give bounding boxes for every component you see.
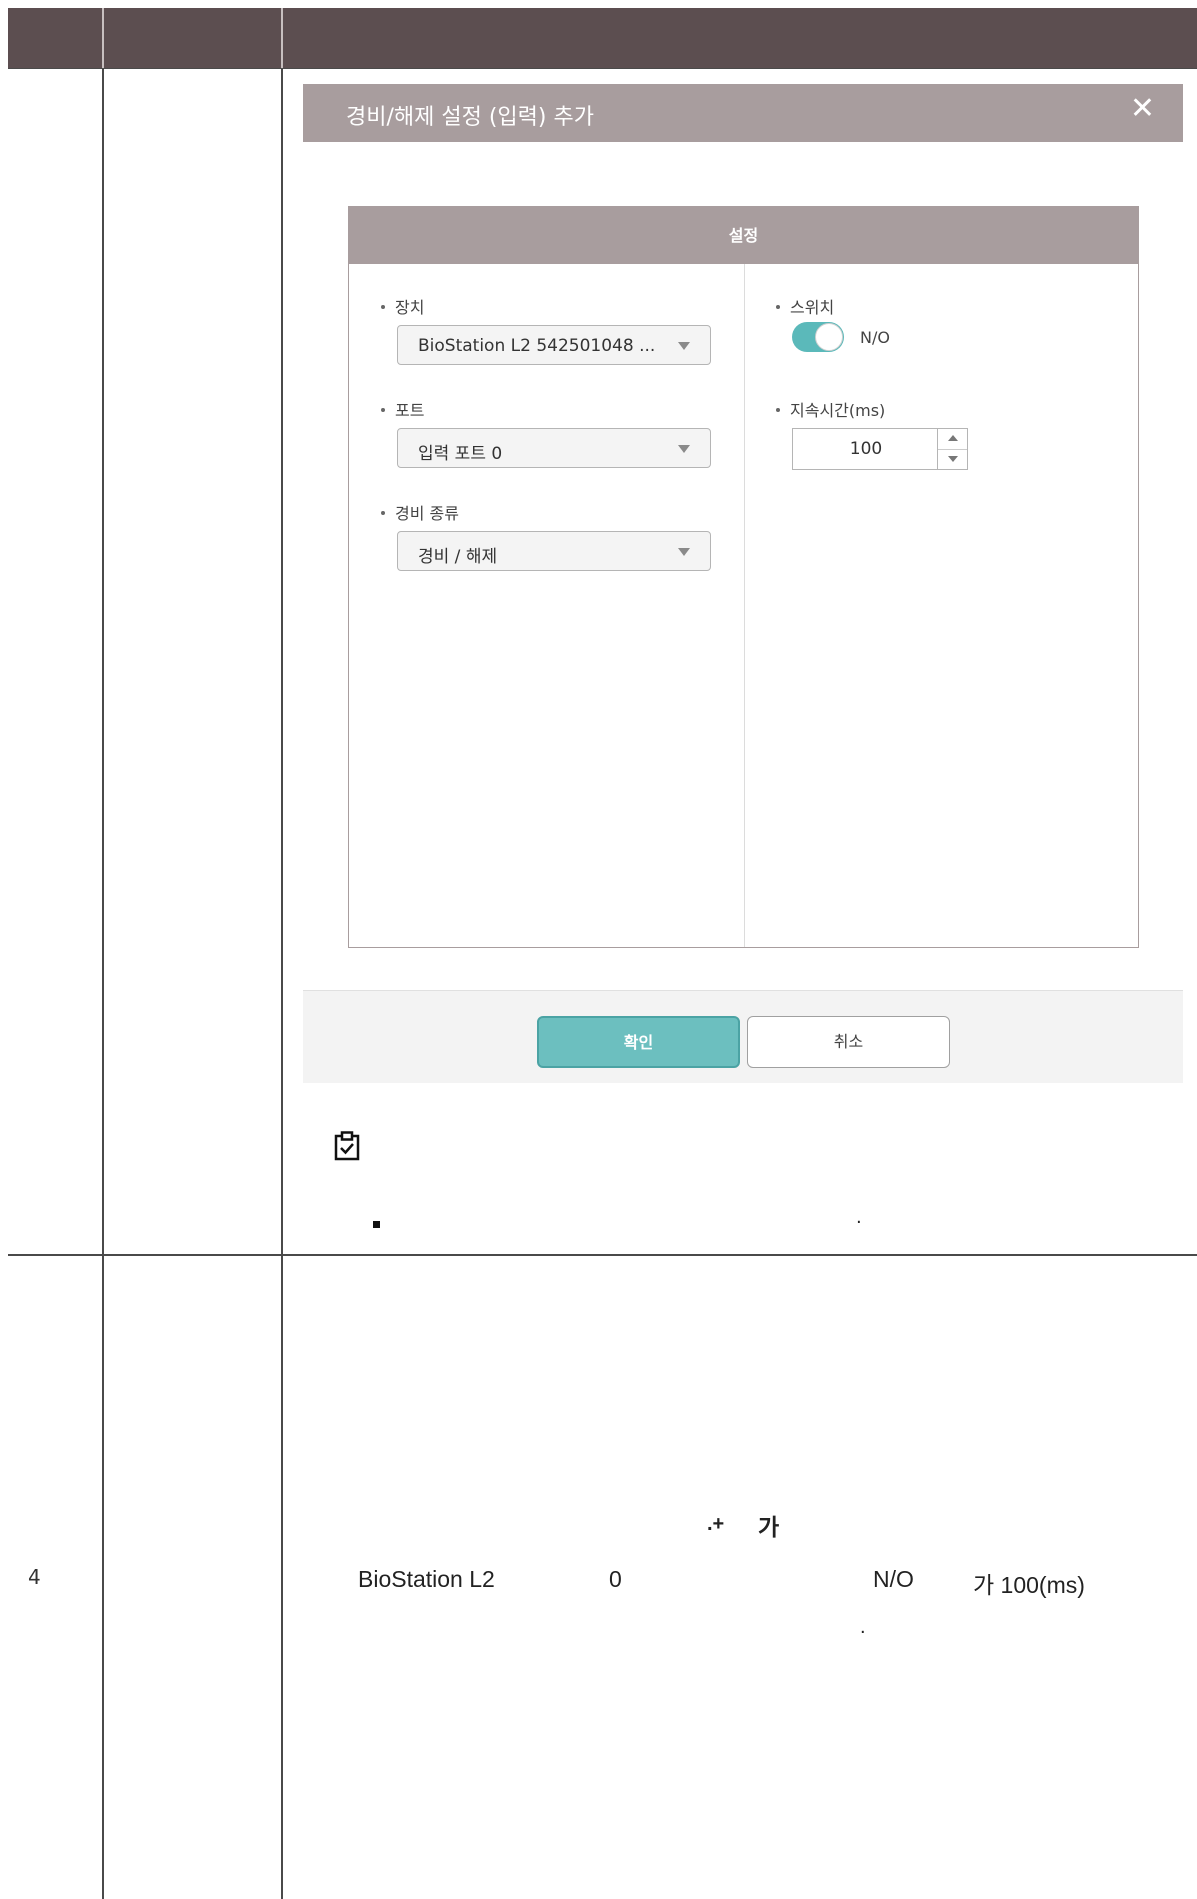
row4-period: . bbox=[860, 1616, 866, 1638]
dialog-title-bar: 경비/해제 설정 (입력) 추가 ✕ bbox=[303, 84, 1183, 142]
device-label: 장치 bbox=[381, 294, 424, 318]
toggle-knob bbox=[815, 323, 843, 351]
table-header-row bbox=[8, 8, 1197, 68]
spinner-buttons bbox=[937, 429, 967, 469]
port-select-value: 입력 포트 0 bbox=[418, 444, 503, 464]
panel-column-divider bbox=[744, 264, 745, 947]
alarm-type-label: 경비 종류 bbox=[381, 500, 459, 524]
header-column-divider bbox=[281, 8, 283, 68]
note-bullet bbox=[373, 1221, 380, 1228]
chevron-down-icon bbox=[678, 342, 690, 350]
settings-panel-header: 설정 bbox=[349, 207, 1138, 264]
clipboard-check-icon bbox=[334, 1131, 360, 1161]
device-select-value: BioStation L2 542501048 ... bbox=[418, 336, 656, 356]
row-number: 4 bbox=[28, 1565, 41, 1589]
switch-value: N/O bbox=[860, 328, 890, 347]
device-select[interactable]: BioStation L2 542501048 ... bbox=[397, 325, 711, 365]
alarm-type-select-value: 경비 / 해제 bbox=[418, 547, 498, 567]
switch-label: 스위치 bbox=[776, 294, 834, 318]
column-divider bbox=[102, 68, 104, 1899]
spinner-down-icon[interactable] bbox=[938, 449, 967, 469]
port-label: 포트 bbox=[381, 397, 424, 421]
note-period: . bbox=[856, 1207, 862, 1228]
chevron-down-icon bbox=[678, 548, 690, 556]
dialog-title: 경비/해제 설정 (입력) 추가 bbox=[346, 105, 594, 130]
dialog-footer bbox=[303, 990, 1183, 1083]
spinner-up-icon[interactable] bbox=[938, 429, 967, 450]
duration-spinner[interactable]: 100 bbox=[792, 428, 968, 470]
switch-toggle[interactable] bbox=[792, 322, 844, 352]
port-select[interactable]: 입력 포트 0 bbox=[397, 428, 711, 468]
row-divider bbox=[8, 1254, 1197, 1256]
duration-value[interactable]: 100 bbox=[793, 439, 939, 459]
settings-panel: 설정 bbox=[348, 206, 1139, 948]
row4-duration: 가 100(ms) bbox=[973, 1572, 1085, 1598]
row4-switch: N/O bbox=[873, 1566, 914, 1592]
row-divider bbox=[8, 68, 1197, 69]
row4-text-a: .+ bbox=[707, 1513, 725, 1535]
row4-port: 0 bbox=[609, 1566, 622, 1592]
chevron-down-icon bbox=[678, 445, 690, 453]
column-divider bbox=[281, 68, 283, 1899]
cancel-button[interactable]: 취소 bbox=[747, 1016, 950, 1068]
duration-label: 지속시간(ms) bbox=[776, 397, 885, 421]
ok-button[interactable]: 확인 bbox=[537, 1016, 740, 1068]
row4-device: BioStation L2 bbox=[358, 1566, 495, 1592]
close-icon[interactable]: ✕ bbox=[1130, 94, 1155, 124]
header-column-divider bbox=[102, 8, 104, 68]
alarm-type-select[interactable]: 경비 / 해제 bbox=[397, 531, 711, 571]
row4-text-b: 가 bbox=[758, 1514, 780, 1540]
